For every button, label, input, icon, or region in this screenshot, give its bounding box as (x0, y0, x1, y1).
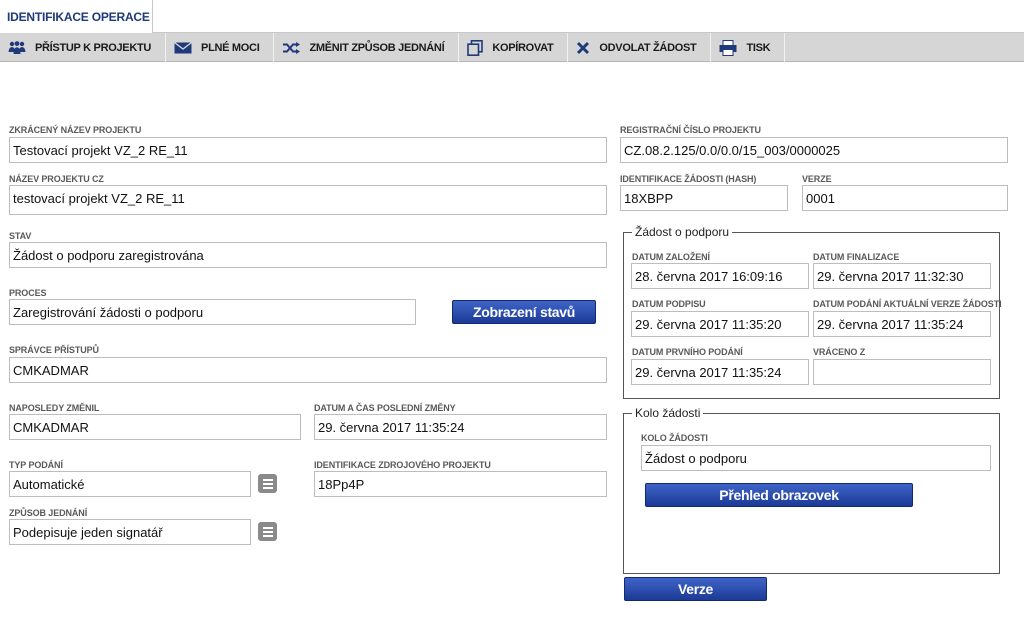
short-name-field[interactable]: Testovací projekt VZ_2 RE_11 (9, 137, 607, 163)
source-id-label: IDENTIFIKACE ZDROJOVÉHO PROJEKTU (314, 460, 491, 470)
process-field[interactable]: Zaregistrování žádosti o podporu (9, 299, 416, 325)
source-id-field[interactable]: 18Pp4P (314, 471, 607, 497)
print-label: TISK (746, 41, 771, 54)
screens-overview-button[interactable]: Přehled obrazovek (645, 483, 913, 507)
copy-label: KOPÍROVAT (492, 41, 554, 54)
round-legend: Kolo žádosti (632, 406, 704, 420)
returned-field[interactable] (813, 359, 991, 385)
submit-type-field[interactable]: Automatické (9, 471, 251, 497)
powers-button[interactable]: PLNÉ MOCI (166, 33, 275, 62)
state-label: STAV (9, 231, 32, 241)
round-field[interactable]: Žádost o podporu (641, 445, 991, 471)
returned-label: VRÁCENO Z (813, 347, 866, 357)
powers-label: PLNÉ MOCI (201, 41, 260, 54)
verze-button[interactable]: Verze (624, 577, 767, 601)
first-submit-field[interactable]: 29. června 2017 11:35:24 (631, 359, 809, 385)
printer-icon (719, 39, 737, 56)
close-icon (577, 41, 590, 54)
created-label: DATUM ZALOŽENÍ (632, 252, 710, 262)
change-acting-button[interactable]: ZMĚNIT ZPŮSOB JEDNÁNÍ (274, 33, 460, 62)
copy-icon (467, 39, 484, 56)
last-change-label: DATUM A ČAS POSLEDNÍ ZMĚNY (314, 403, 456, 413)
acting-label: ZPŮSOB JEDNÁNÍ (9, 508, 88, 518)
users-icon (8, 40, 26, 54)
revoke-button[interactable]: ODVOLAT ŽÁDOST (568, 33, 712, 62)
state-field[interactable]: Žádost o podporu zaregistrována (9, 242, 607, 268)
hash-field[interactable]: 18XBPP (620, 185, 788, 211)
short-name-label: ZKRÁCENÝ NÁZEV PROJEKTU (9, 125, 142, 135)
reg-number-field[interactable]: CZ.08.2.125/0.0/0.0/15_003/0000025 (620, 137, 1008, 163)
acting-field[interactable]: Podepisuje jeden signatář (9, 519, 251, 545)
submit-type-label: TYP PODÁNÍ (9, 460, 63, 470)
submit-type-list-icon[interactable] (258, 474, 277, 493)
first-submit-label: DATUM PRVNÍHO PODÁNÍ (632, 347, 743, 357)
tab-bar: IDENTIFIKACE OPERACE (0, 0, 1024, 34)
tab-identifikace-operace[interactable]: IDENTIFIKACE OPERACE (0, 0, 153, 34)
print-button[interactable]: TISK (711, 33, 786, 62)
envelope-icon (174, 41, 192, 53)
copy-button[interactable]: KOPÍROVAT (459, 33, 569, 62)
last-changed-by-label: NAPOSLEDY ZMĚNIL (9, 403, 100, 413)
round-label: KOLO ŽÁDOSTI (641, 433, 708, 443)
toolbar: PŘÍSTUP K PROJEKTU PLNÉ MOCI ZMĚNIT ZPŮS… (0, 33, 1024, 62)
reg-number-label: REGISTRAČNÍ ČÍSLO PROJEKTU (620, 125, 761, 135)
signed-label: DATUM PODPISU (632, 299, 706, 309)
finalized-field[interactable]: 29. června 2017 11:32:30 (813, 263, 991, 289)
last-changed-by-field[interactable]: CMKADMAR (9, 414, 301, 440)
created-field[interactable]: 28. června 2017 16:09:16 (631, 263, 809, 289)
show-states-button[interactable]: Zobrazení stavů (452, 300, 596, 324)
acting-list-icon[interactable] (258, 522, 277, 541)
signed-field[interactable]: 29. června 2017 11:35:20 (631, 311, 809, 337)
process-label: PROCES (9, 288, 47, 298)
current-submit-field[interactable]: 29. června 2017 11:35:24 (813, 311, 991, 337)
access-admin-field[interactable]: CMKADMAR (9, 357, 607, 383)
current-submit-label: DATUM PODÁNÍ AKTUÁLNÍ VERZE ŽÁDOSTI (813, 299, 1002, 309)
finalized-label: DATUM FINALIZACE (813, 252, 900, 262)
shuffle-icon (283, 41, 301, 54)
access-project-label: PŘÍSTUP K PROJEKTU (35, 41, 152, 54)
access-admin-label: SPRÁVCE PŘÍSTUPŮ (9, 345, 99, 355)
name-cz-field[interactable]: testovací projekt VZ_2 RE_11 (9, 185, 607, 215)
access-project-button[interactable]: PŘÍSTUP K PROJEKTU (0, 33, 167, 62)
version-label: VERZE (802, 174, 832, 184)
revoke-label: ODVOLAT ŽÁDOST (599, 41, 697, 54)
hash-label: IDENTIFIKACE ŽÁDOSTI (HASH) (620, 174, 757, 184)
name-cz-label: NÁZEV PROJEKTU CZ (9, 174, 104, 184)
last-change-field[interactable]: 29. června 2017 11:35:24 (314, 414, 607, 440)
application-legend: Žádost o podporu (632, 225, 733, 239)
version-field[interactable]: 0001 (802, 185, 1008, 211)
change-acting-label: ZMĚNIT ZPŮSOB JEDNÁNÍ (309, 41, 445, 54)
